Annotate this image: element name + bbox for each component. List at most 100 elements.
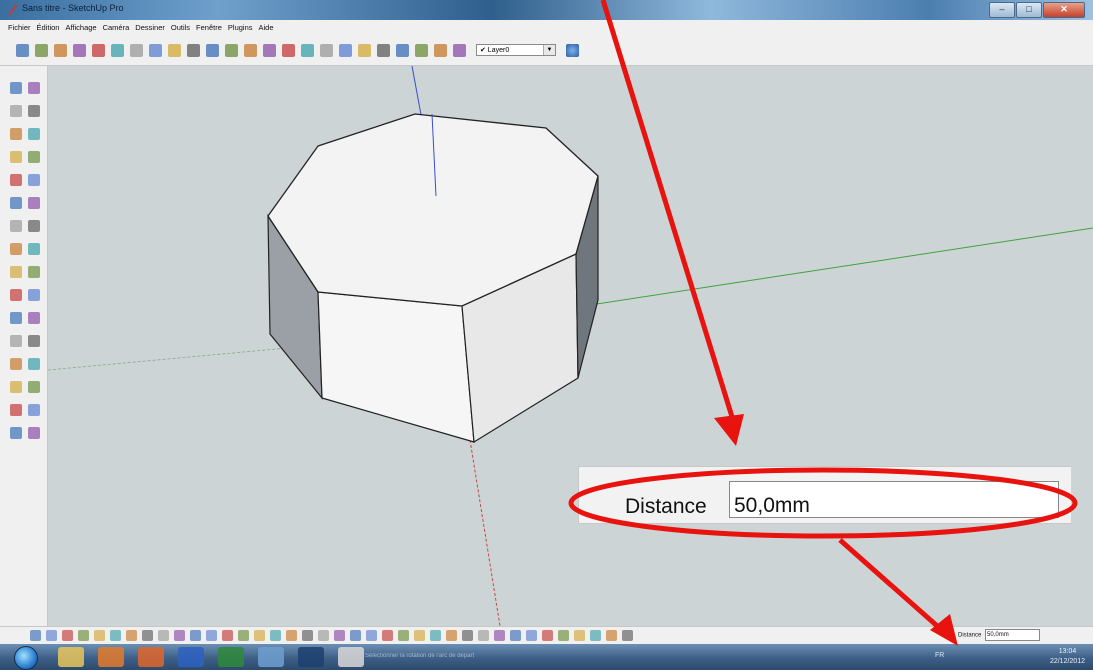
menu-fenetre[interactable]: Fenêtre [196, 23, 222, 32]
print-icon[interactable] [187, 44, 200, 57]
dimension-icon[interactable] [28, 266, 40, 278]
polygon-icon[interactable] [10, 174, 22, 186]
chevron-down-icon[interactable]: ▼ [543, 45, 555, 55]
sketchup-icon[interactable] [298, 647, 324, 667]
word-icon[interactable] [178, 647, 204, 667]
position-camera-icon[interactable] [10, 404, 22, 416]
bottom-tool-icon[interactable] [62, 630, 73, 641]
bottom-tool-icon[interactable] [94, 630, 105, 641]
xray-icon[interactable] [339, 44, 352, 57]
circle-icon[interactable] [10, 151, 22, 163]
paint-icon[interactable] [10, 105, 22, 117]
arc-icon[interactable] [28, 151, 40, 163]
bottom-tool-icon[interactable] [430, 630, 441, 641]
walk-icon[interactable] [10, 427, 22, 439]
scale-icon[interactable] [10, 243, 22, 255]
rectangle-icon[interactable] [10, 128, 22, 140]
bottom-tool-icon[interactable] [30, 630, 41, 641]
bottom-tool-icon[interactable] [270, 630, 281, 641]
iso-view-icon[interactable] [225, 44, 238, 57]
save-icon[interactable] [54, 44, 67, 57]
copy-icon[interactable] [92, 44, 105, 57]
maximize-icon[interactable]: □ [1016, 2, 1042, 18]
text-icon[interactable] [28, 289, 40, 301]
erase-icon[interactable] [130, 44, 143, 57]
firefox-icon[interactable] [138, 647, 164, 667]
bottom-tool-icon[interactable] [174, 630, 185, 641]
close-icon[interactable]: ✕ [1043, 2, 1085, 18]
bottom-tool-icon[interactable] [126, 630, 137, 641]
tape-icon[interactable] [10, 266, 22, 278]
minimize-icon[interactable]: – [989, 2, 1015, 18]
distance-value-field[interactable]: 50,0mm [729, 481, 1059, 518]
bottom-tool-icon[interactable] [478, 630, 489, 641]
layer-manager-button[interactable] [566, 44, 579, 57]
rotate-icon[interactable] [10, 220, 22, 232]
protractor-icon[interactable] [10, 289, 22, 301]
move-icon[interactable] [10, 197, 22, 209]
menu-dessiner[interactable]: Dessiner [135, 23, 165, 32]
bottom-tool-icon[interactable] [622, 630, 633, 641]
menu-camera[interactable]: Caméra [103, 23, 130, 32]
bottom-tool-icon[interactable] [222, 630, 233, 641]
previous-view-icon[interactable] [28, 381, 40, 393]
cut-icon[interactable] [73, 44, 86, 57]
paint-icon[interactable] [258, 647, 284, 667]
bottom-tool-icon[interactable] [606, 630, 617, 641]
menu-aide[interactable]: Aide [259, 23, 274, 32]
zoom-window-icon[interactable] [28, 358, 40, 370]
bottom-tool-icon[interactable] [286, 630, 297, 641]
bottom-tool-icon[interactable] [78, 630, 89, 641]
zoom-icon[interactable] [10, 358, 22, 370]
menu-plugins[interactable]: Plugins [228, 23, 253, 32]
top-view-icon[interactable] [244, 44, 257, 57]
component-icon[interactable] [28, 82, 40, 94]
section-icon[interactable] [28, 427, 40, 439]
menu-fichier[interactable]: Fichier [8, 23, 31, 32]
redo-icon[interactable] [168, 44, 181, 57]
pencil-icon[interactable] [338, 647, 364, 667]
look-around-icon[interactable] [28, 404, 40, 416]
bottom-tool-icon[interactable] [590, 630, 601, 641]
menu-affichage[interactable]: Affichage [65, 23, 96, 32]
bottom-tool-icon[interactable] [558, 630, 569, 641]
bottom-tool-icon[interactable] [494, 630, 505, 641]
3d-viewport[interactable] [48, 66, 1093, 626]
textured-icon[interactable] [415, 44, 428, 57]
bottom-tool-icon[interactable] [366, 630, 377, 641]
pan-icon[interactable] [28, 335, 40, 347]
bottom-tool-icon[interactable] [302, 630, 313, 641]
bottom-tool-icon[interactable] [238, 630, 249, 641]
left-view-icon[interactable] [320, 44, 333, 57]
start-button[interactable] [14, 646, 38, 670]
menu-edition[interactable]: Édition [37, 23, 60, 32]
bottom-tool-icon[interactable] [350, 630, 361, 641]
bottom-tool-icon[interactable] [46, 630, 57, 641]
pushpull-icon[interactable] [28, 197, 40, 209]
bottom-tool-icon[interactable] [462, 630, 473, 641]
bottom-tool-icon[interactable] [158, 630, 169, 641]
bottom-tool-icon[interactable] [446, 630, 457, 641]
paste-icon[interactable] [111, 44, 124, 57]
select-icon[interactable] [10, 82, 22, 94]
3dtext-icon[interactable] [28, 312, 40, 324]
hidden-line-icon[interactable] [377, 44, 390, 57]
zoom-extents-icon[interactable] [10, 381, 22, 393]
layer-select[interactable]: ✔ Layer0 ▼ [476, 44, 556, 56]
front-view-icon[interactable] [263, 44, 276, 57]
shaded-icon[interactable] [396, 44, 409, 57]
bottom-tool-icon[interactable] [414, 630, 425, 641]
bottom-tool-icon[interactable] [510, 630, 521, 641]
freehand-icon[interactable] [28, 174, 40, 186]
new-icon[interactable] [16, 44, 29, 57]
monochrome-icon[interactable] [434, 44, 447, 57]
axes-icon[interactable] [10, 312, 22, 324]
orbit-icon[interactable] [10, 335, 22, 347]
clock[interactable]: 13:04 22/12/2012 [1050, 647, 1085, 667]
bottom-tool-icon[interactable] [110, 630, 121, 641]
language-indicator[interactable]: FR [935, 652, 944, 659]
bottom-tool-icon[interactable] [542, 630, 553, 641]
wireframe-icon[interactable] [358, 44, 371, 57]
bottom-tool-icon[interactable] [190, 630, 201, 641]
followme-icon[interactable] [28, 220, 40, 232]
